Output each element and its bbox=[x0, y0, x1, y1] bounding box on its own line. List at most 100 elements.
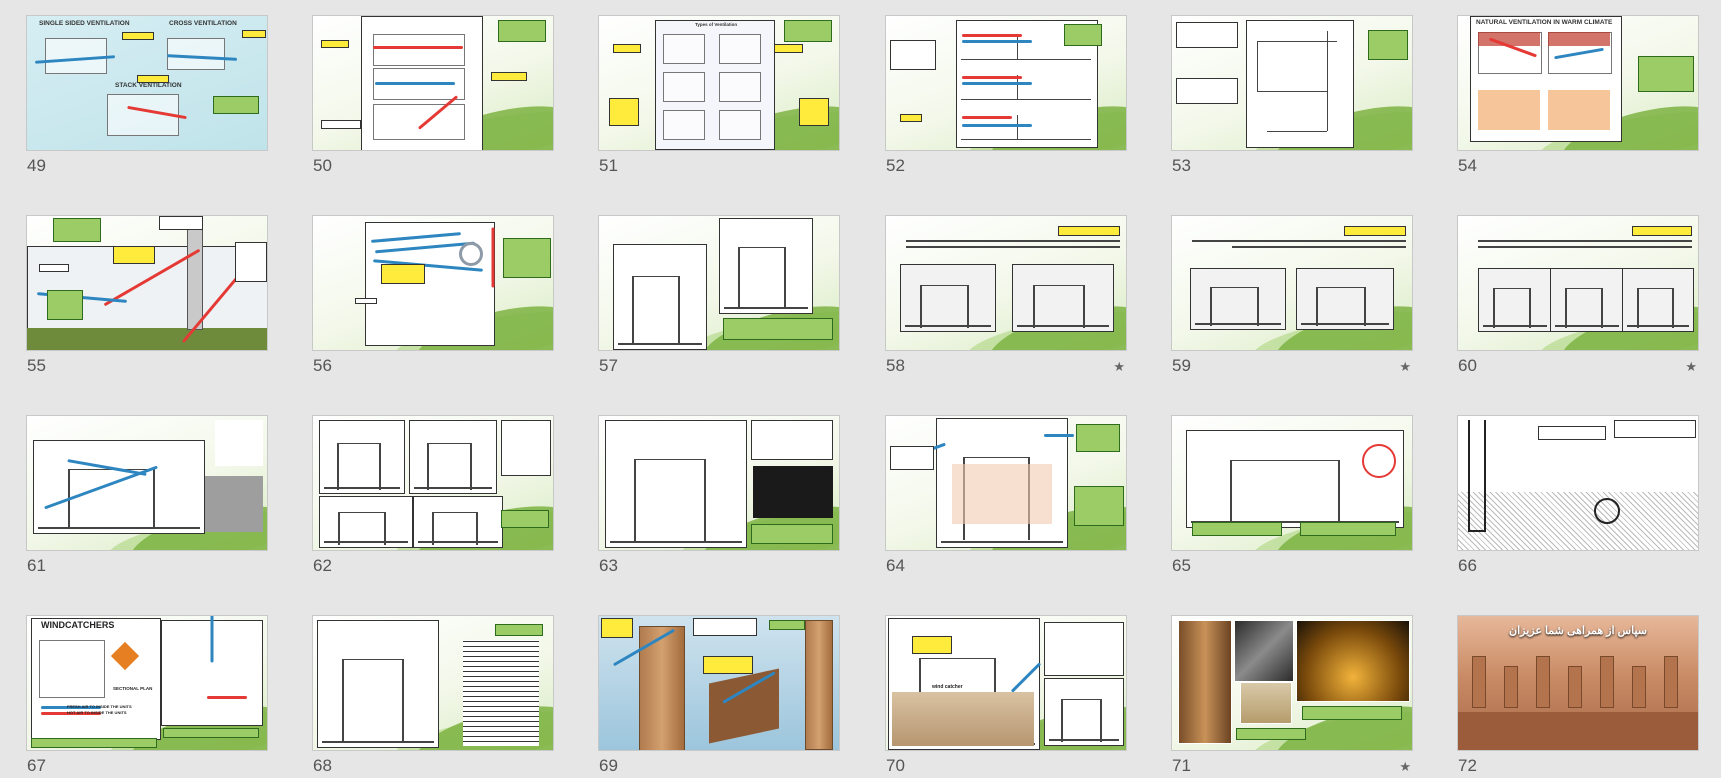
slide-thumbnail[interactable] bbox=[312, 215, 554, 351]
slide-text-box bbox=[1074, 486, 1124, 526]
slide-thumbnail-cell: 71 ★ bbox=[1171, 615, 1413, 775]
slide-number: 57 bbox=[599, 356, 618, 375]
slide-number: 52 bbox=[886, 156, 905, 175]
slide-text-box bbox=[613, 44, 641, 53]
slide-thumbnail[interactable] bbox=[598, 215, 840, 351]
slide-text-box bbox=[1344, 226, 1406, 236]
photo-placeholder bbox=[753, 466, 833, 518]
drawing-line bbox=[920, 285, 967, 286]
airflow-arrow bbox=[962, 82, 1032, 85]
drawing-line bbox=[905, 325, 991, 327]
drawing-line bbox=[1301, 323, 1389, 325]
slide-text-box bbox=[1176, 78, 1238, 104]
star-icon[interactable]: ★ bbox=[1113, 359, 1125, 375]
slide-text-box bbox=[890, 40, 936, 70]
slide-thumbnail[interactable]: wind catcher bbox=[885, 615, 1127, 751]
slide-title: WINDCATCHERS bbox=[41, 620, 115, 630]
slide-text-box bbox=[1538, 426, 1606, 440]
slide-thumbnail[interactable] bbox=[885, 215, 1127, 351]
star-icon[interactable]: ★ bbox=[1399, 759, 1411, 775]
slide-number: 53 bbox=[1172, 156, 1191, 175]
slide-sorter-grid: SINGLE SIDED VENTILATION CROSS VENTILATIO… bbox=[0, 0, 1721, 778]
drawing-line bbox=[1529, 288, 1531, 328]
star-icon[interactable]: ★ bbox=[1399, 359, 1411, 375]
slide-thumbnail[interactable] bbox=[312, 615, 554, 751]
slide-thumbnail[interactable] bbox=[1171, 15, 1413, 151]
windcatcher-photo bbox=[1234, 620, 1294, 682]
slide-figure bbox=[1246, 20, 1354, 148]
slide-thumbnail[interactable]: WINDCATCHERS SECTIONAL PLAN FRESH AIR TO I… bbox=[26, 615, 268, 751]
slide-text-box bbox=[242, 30, 266, 38]
drawing-line bbox=[941, 541, 1063, 543]
qanat-shape bbox=[1594, 498, 1620, 524]
slide-thumbnail[interactable] bbox=[312, 415, 554, 551]
drawing-line bbox=[1565, 288, 1601, 289]
slide-thumbnail[interactable] bbox=[1457, 215, 1699, 351]
slide-text-box bbox=[1300, 522, 1396, 536]
slide-number: 67 bbox=[27, 756, 46, 775]
slide-thumbnail-cell: 55 bbox=[26, 215, 268, 375]
slide-text-box bbox=[213, 96, 259, 114]
drawing-line bbox=[1338, 460, 1340, 522]
slide-title: CROSS VENTILATION bbox=[169, 20, 237, 27]
slide-thumbnail[interactable] bbox=[1171, 615, 1413, 751]
drawing-line bbox=[338, 512, 384, 513]
slide-thumbnail[interactable]: Types of Ventilation bbox=[598, 15, 840, 151]
slide-number: 56 bbox=[313, 356, 332, 375]
slide-thumbnail-cell: سپاس از همراهی شما عزیزان 72 bbox=[1457, 615, 1699, 775]
slide-thumbnail[interactable] bbox=[1457, 415, 1699, 551]
slide-thumbnail[interactable] bbox=[26, 415, 268, 551]
windcatcher-silhouette bbox=[1600, 656, 1614, 708]
slide-thumbnail[interactable] bbox=[1171, 215, 1413, 351]
drawing-line bbox=[961, 99, 1091, 100]
slide-text-box bbox=[159, 216, 203, 230]
slide-thumbnail-cell: 66 bbox=[1457, 415, 1699, 575]
slide-figure bbox=[319, 496, 413, 548]
slide-number: 63 bbox=[599, 556, 618, 575]
slide-thumbnail[interactable]: سپاس از همراهی شما عزیزان bbox=[1457, 615, 1699, 751]
drawing-line bbox=[418, 541, 498, 543]
slide-number: 66 bbox=[1458, 556, 1477, 575]
drawing-line bbox=[402, 659, 404, 741]
text-line bbox=[1478, 246, 1692, 248]
water-tower-shape bbox=[459, 242, 483, 266]
slide-thumbnail[interactable] bbox=[598, 615, 840, 751]
drawing-line bbox=[1637, 288, 1639, 328]
drawing-line bbox=[1257, 91, 1327, 92]
drawing-line bbox=[1017, 325, 1109, 327]
slide-thumbnail-cell: 65 bbox=[1171, 415, 1413, 575]
slide-number: 70 bbox=[886, 756, 905, 775]
diagram-panel bbox=[663, 34, 705, 64]
drawing-line bbox=[961, 59, 1091, 60]
drawing-line bbox=[1061, 699, 1100, 700]
slide-text-box bbox=[1058, 226, 1120, 236]
slide-thumbnail-cell: 53 bbox=[1171, 15, 1413, 175]
shaft-shape bbox=[1468, 420, 1486, 532]
slide-thumbnail[interactable] bbox=[1171, 415, 1413, 551]
drawing-line bbox=[338, 512, 340, 545]
slide-figure bbox=[1012, 264, 1114, 332]
airflow-arrow bbox=[375, 82, 455, 85]
slide-thumbnail-cell: 68 bbox=[312, 615, 554, 775]
star-icon[interactable]: ★ bbox=[1685, 359, 1697, 375]
slide-text-box bbox=[491, 72, 527, 81]
slide-thumbnail[interactable] bbox=[885, 15, 1127, 151]
slide-thumbnail[interactable] bbox=[598, 415, 840, 551]
airflow-arrow bbox=[962, 76, 1022, 79]
slide-thumbnail-cell: 64 bbox=[885, 415, 1127, 575]
airflow-arrow bbox=[210, 616, 214, 663]
slide-thumbnail[interactable]: TYPES OF VENTILATION bbox=[312, 15, 554, 151]
drawing-line bbox=[1565, 288, 1567, 328]
slide-thumbnail[interactable] bbox=[26, 215, 268, 351]
windcatcher-silhouette bbox=[1664, 656, 1678, 708]
drawing-line bbox=[342, 659, 402, 660]
slide-text-box bbox=[1192, 522, 1282, 536]
slide-thumbnail[interactable]: SINGLE SIDED VENTILATION CROSS VENTILATIO… bbox=[26, 15, 268, 151]
slide-title: Types of Ventilation bbox=[695, 22, 738, 27]
drawing-line bbox=[920, 285, 922, 328]
slide-text-box bbox=[137, 75, 169, 83]
slide-thumbnail[interactable]: NATURAL VENTILATION IN WARM CLIMATE bbox=[1457, 15, 1699, 151]
drawing-line bbox=[1316, 287, 1364, 288]
slide-thumbnail[interactable] bbox=[885, 415, 1127, 551]
drawing-line bbox=[324, 487, 400, 489]
